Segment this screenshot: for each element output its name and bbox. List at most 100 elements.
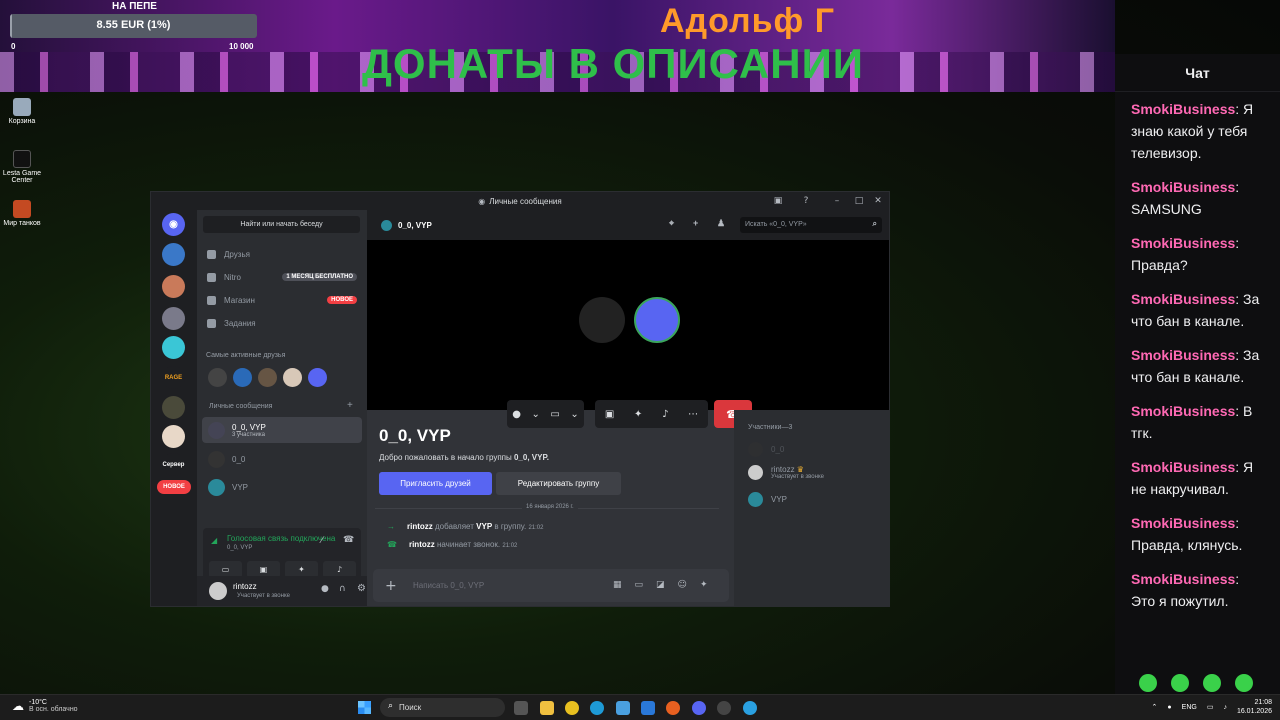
help-icon[interactable]: ? <box>795 192 817 210</box>
chrome-icon[interactable] <box>565 701 579 715</box>
inbox-icon[interactable]: ▣ <box>767 192 789 210</box>
minimize-icon[interactable]: – <box>826 192 848 210</box>
mic-icon[interactable]: ● <box>1167 704 1171 711</box>
taskbar-search[interactable]: Поиск <box>380 698 505 717</box>
chat-username[interactable]: SmokiBusiness <box>1131 403 1235 419</box>
avatar[interactable] <box>209 582 227 600</box>
add-friends-icon[interactable]: + <box>693 218 698 228</box>
tray-chevron-icon[interactable]: ⌃ <box>1152 703 1158 711</box>
find-conversation-button[interactable]: Найти или начать беседу <box>203 216 360 233</box>
nav-quests[interactable]: Задания <box>207 315 357 331</box>
chat-username[interactable]: SmokiBusiness <box>1131 459 1235 475</box>
server-icon[interactable] <box>162 396 185 419</box>
sticker-icon[interactable]: ◪ <box>656 580 665 590</box>
file-explorer-icon[interactable] <box>540 701 554 715</box>
avatar[interactable] <box>233 368 252 387</box>
network-icon[interactable]: ▭ <box>1207 703 1214 711</box>
member-row[interactable]: rintozz ♛ Участвует в звонке <box>748 465 824 480</box>
chat-username[interactable]: SmokiBusiness <box>1131 515 1235 531</box>
server-icon[interactable] <box>162 307 185 330</box>
time: 21:08 <box>1254 699 1272 706</box>
desktop-icon-lesta[interactable]: Lesta Game Center <box>0 150 44 184</box>
nav-shop[interactable]: Магазин НОВОЕ <box>207 292 357 308</box>
edit-group-button[interactable]: Редактировать группу <box>496 472 621 495</box>
store-icon[interactable] <box>616 701 630 715</box>
mic-icon[interactable]: ● <box>321 584 329 594</box>
apps-icon[interactable]: ✦ <box>700 580 708 590</box>
nav-label: Задания <box>224 318 256 328</box>
friends-icon <box>207 249 216 259</box>
discord-icon[interactable] <box>692 701 706 715</box>
search-input[interactable]: Искать «0_0, VYP» <box>740 217 882 233</box>
desktop-icon-recycle-bin[interactable]: Корзина <box>0 98 44 125</box>
sys-time: 21:02 <box>502 543 518 549</box>
dm-item[interactable]: VYP <box>202 474 362 500</box>
telegram-icon[interactable] <box>743 701 757 715</box>
member-row[interactable]: VYP <box>748 492 787 507</box>
emote-icon[interactable] <box>1203 674 1221 692</box>
emoji-icon[interactable]: ☺ <box>678 580 687 590</box>
headphones-icon[interactable]: ∩ <box>339 584 346 594</box>
chat-username[interactable]: SmokiBusiness <box>1131 291 1235 307</box>
task-view-icon[interactable] <box>514 701 528 715</box>
avatar[interactable] <box>308 368 327 387</box>
server-icon[interactable] <box>162 336 185 359</box>
gift-icon[interactable]: ▦ <box>613 580 622 590</box>
server-rage[interactable]: RAGE <box>162 366 185 389</box>
dm-item[interactable]: 0_0, VYP 3 участника <box>202 417 362 443</box>
noise-suppression-icon[interactable]: ⁄ <box>321 536 323 546</box>
obs-icon[interactable] <box>717 701 731 715</box>
nav-nitro[interactable]: Nitro 1 МЕСЯЦ БЕСПЛАТНО <box>207 269 357 285</box>
add-dm-icon[interactable]: + <box>347 400 353 411</box>
gif-icon[interactable]: ▭ <box>635 580 644 590</box>
volume-icon[interactable]: ♪ <box>1223 704 1227 711</box>
disconnect-icon[interactable]: ☎ <box>343 535 354 545</box>
avatar[interactable] <box>208 368 227 387</box>
mail-icon[interactable] <box>641 701 655 715</box>
signal-icon[interactable]: ◢ <box>211 536 217 545</box>
server-icon[interactable] <box>162 275 185 298</box>
firefox-icon[interactable] <box>666 701 680 715</box>
settings-gear-icon[interactable]: ⚙ <box>357 583 366 594</box>
chat-message: SmokiBusiness: Это я пожутил. <box>1131 571 1240 609</box>
sys-target[interactable]: VYP <box>476 522 492 531</box>
language-indicator[interactable]: ENG <box>1182 704 1197 711</box>
participant-avatar-discord[interactable] <box>634 297 680 343</box>
sys-user[interactable]: rintozz <box>409 540 435 549</box>
chat-username[interactable]: SmokiBusiness <box>1131 347 1235 363</box>
start-button[interactable] <box>358 701 371 714</box>
chat-messages: SmokiBusiness: Я знаю какой у тебя телев… <box>1115 92 1280 612</box>
edge-icon[interactable] <box>590 701 604 715</box>
avatar[interactable] <box>258 368 277 387</box>
desktop-icon-tanks[interactable]: Мир танков <box>0 200 44 227</box>
server-label[interactable]: Сервер <box>162 453 185 476</box>
discord-home-icon[interactable]: ◉ <box>162 213 185 236</box>
pin-icon[interactable]: ⌖ <box>669 218 674 229</box>
chat-username[interactable]: SmokiBusiness <box>1131 179 1235 195</box>
close-icon[interactable]: ✕ <box>867 192 889 210</box>
members-icon[interactable]: ♟ <box>717 218 725 229</box>
chat-username[interactable]: SmokiBusiness <box>1131 235 1235 251</box>
participant-avatar[interactable] <box>579 297 625 343</box>
weather-icon: ☁ <box>12 699 24 713</box>
attach-plus-icon[interactable]: + <box>385 578 397 594</box>
new-badge[interactable]: НОВОЕ <box>157 480 191 494</box>
server-icon[interactable] <box>162 243 185 266</box>
clock[interactable]: 21:08 16.01.2026 <box>1237 698 1272 716</box>
window-title-text: Личные сообщения <box>489 196 562 206</box>
weather-widget[interactable]: ☁ -10°C В осн. облачно <box>12 699 78 713</box>
voice-channel[interactable]: 0_0, VYP <box>227 545 252 551</box>
member-row[interactable]: 0_0 <box>748 442 784 457</box>
sys-user[interactable]: rintozz <box>407 522 433 531</box>
emote-icon[interactable] <box>1235 674 1253 692</box>
chat-username[interactable]: SmokiBusiness <box>1131 571 1235 587</box>
server-icon[interactable] <box>162 425 185 448</box>
nav-friends[interactable]: Друзья <box>207 246 357 262</box>
emote-icon[interactable] <box>1139 674 1157 692</box>
stream-chat: Чат SmokiBusiness: Я знаю какой у тебя т… <box>1115 54 1280 694</box>
chat-username[interactable]: SmokiBusiness <box>1131 101 1235 117</box>
dm-item[interactable]: 0_0 <box>202 446 362 472</box>
avatar[interactable] <box>283 368 302 387</box>
invite-friends-button[interactable]: Пригласить друзей <box>379 472 492 495</box>
emote-icon[interactable] <box>1171 674 1189 692</box>
